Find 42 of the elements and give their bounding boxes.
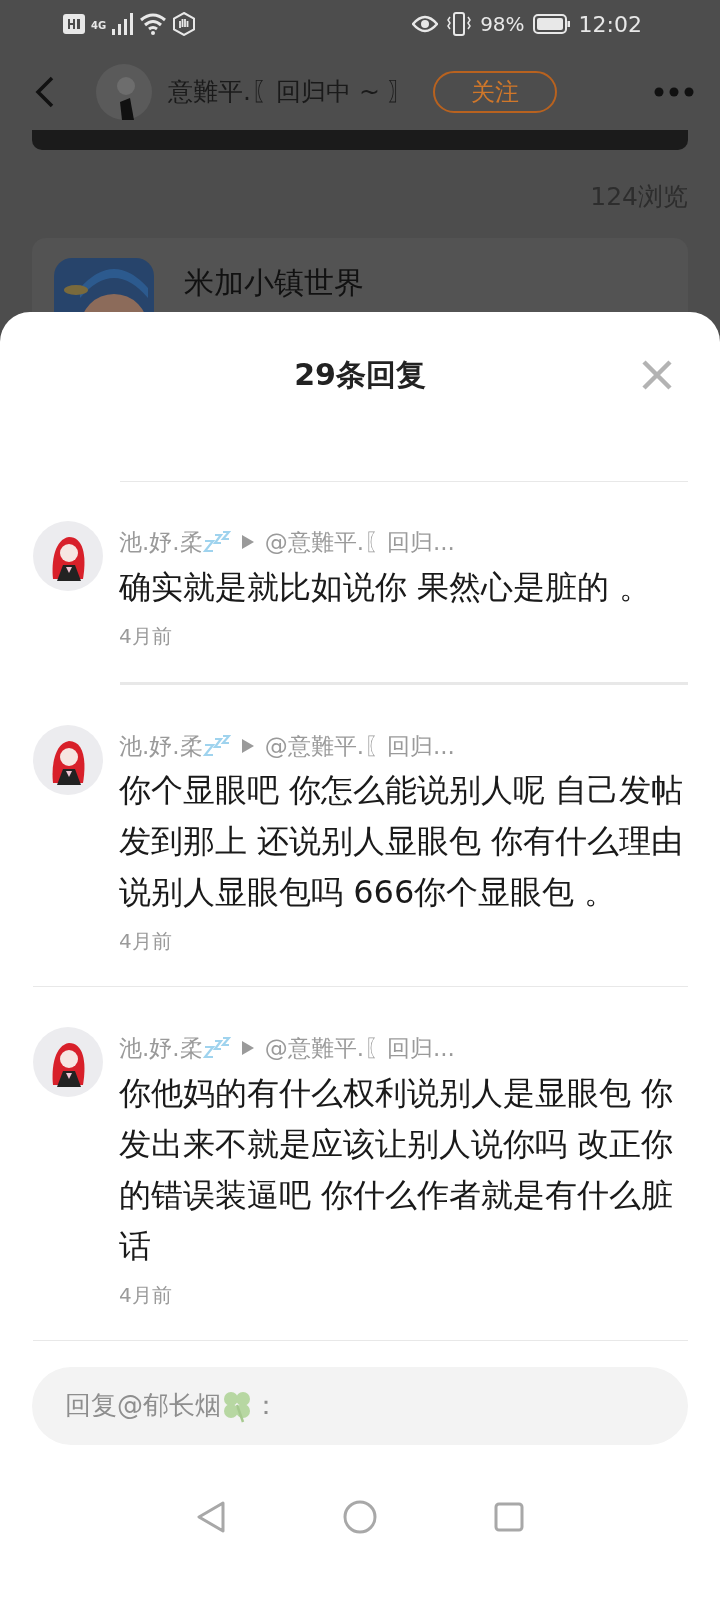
reply-placeholder: 回复@郁长烟 — [65, 1389, 221, 1422]
home-nav-icon[interactable] — [343, 1500, 377, 1535]
more-icon[interactable] — [654, 87, 694, 97]
comment-text: 你他妈的有什么权利说别人是显眼包 你发出来不就是应该让别人说你吗 改正你的错误装逼吧 你什么作者就是有什么脏话 — [119, 1072, 675, 1267]
battery-icon — [532, 14, 571, 34]
back-nav-icon[interactable] — [196, 1500, 226, 1535]
comment-time: 4月前 — [119, 928, 173, 955]
commenter-name[interactable]: 池.妤.柔 — [119, 728, 203, 763]
author-avatar[interactable] — [96, 64, 152, 120]
reply-target[interactable]: @意難平.〖回归... — [264, 728, 455, 763]
sleep-icon — [202, 734, 231, 757]
sheet-title: 29条回复 — [294, 355, 426, 394]
comment-time: 4月前 — [119, 1281, 173, 1309]
wifi-icon — [140, 13, 167, 35]
comment-time: 4月前 — [119, 622, 173, 650]
vibrate-icon — [446, 12, 473, 36]
reply-placeholder-colon: ： — [253, 1389, 279, 1422]
arrow-icon — [240, 1040, 255, 1057]
commenter-name[interactable]: 池.妤.柔 — [119, 525, 203, 560]
eye-icon — [412, 15, 439, 33]
sleep-icon — [202, 531, 231, 554]
reply-field[interactable]: 回复@郁长烟 ： — [32, 1366, 688, 1445]
sleep-icon — [202, 1037, 231, 1060]
commenter-name[interactable]: 池.妤.柔 — [119, 1031, 203, 1066]
signal-icon — [112, 13, 135, 35]
back-icon[interactable] — [34, 75, 56, 109]
avatar[interactable] — [33, 1027, 103, 1097]
avatar[interactable] — [33, 724, 103, 795]
arrow-icon — [240, 534, 255, 551]
arrow-icon — [240, 737, 255, 754]
battery-percent: 98% — [480, 11, 525, 38]
reply-target[interactable]: @意難平.〖回归... — [264, 1031, 455, 1066]
close-icon[interactable] — [642, 360, 672, 390]
follow-button[interactable]: 关注 — [432, 71, 557, 113]
comment-text: 你个显眼吧 你怎么能说别人呢 自己发帖发到那上 还说别人显眼包 你有什么理由说别人显眼包吗 666你个显眼包 。 — [119, 770, 685, 913]
avatar[interactable] — [33, 521, 103, 591]
clock: 12:02 — [578, 10, 642, 39]
app-name: 米加小镇世界 — [184, 267, 364, 298]
recents-nav-icon[interactable] — [494, 1502, 524, 1533]
network-type: 4G — [91, 19, 107, 33]
reply-target[interactable]: @意難平.〖回归... — [264, 525, 455, 560]
comment-text: 确实就是就比如说你 果然心是脏的 。 — [119, 566, 653, 608]
